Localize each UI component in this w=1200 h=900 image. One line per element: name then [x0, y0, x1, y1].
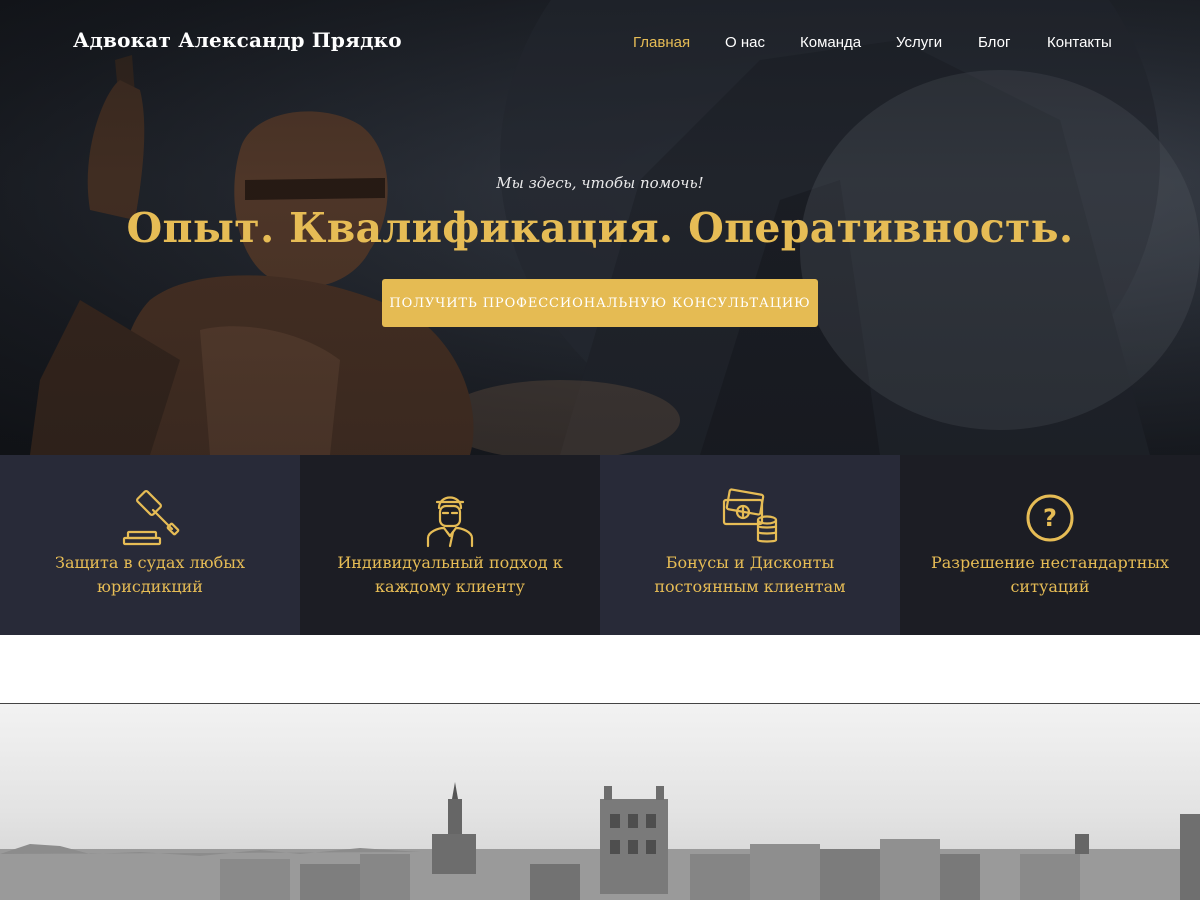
- feature-text-bonuses: Бонусы и Дисконты постоянным клиентам: [654, 553, 846, 596]
- nav-item-blog[interactable]: Блог: [978, 34, 1010, 51]
- main-nav: Главная О нас Команда Услуги Блог Контак…: [0, 34, 1200, 54]
- feature-card-bonuses: Бонусы и Дисконты постоянным клиентам: [600, 455, 900, 635]
- hero-section: Адвокат Александр Прядко Главная О нас К…: [0, 0, 1200, 455]
- question-circle-icon: ?: [1026, 494, 1074, 542]
- feature-text-courts: Защита в судах любых юрисдикций: [55, 553, 245, 596]
- feature-card-courts: Защита в судах любых юрисдикций: [0, 455, 300, 635]
- city-skyline-photo: [0, 704, 1200, 900]
- hero-headline: Опыт. Квалификация. Оперативность.: [126, 204, 1074, 252]
- nav-item-home[interactable]: Главная: [633, 34, 690, 51]
- svg-text:?: ?: [1043, 504, 1057, 532]
- feature-card-approach: Индивидуальный подход к каждому клиенту: [300, 455, 600, 635]
- lawyer-icon: [426, 496, 474, 548]
- nav-item-contacts[interactable]: Контакты: [1047, 34, 1112, 51]
- gavel-icon: [122, 490, 180, 546]
- money-coins-icon: [722, 488, 778, 543]
- nav-item-services[interactable]: Услуги: [896, 34, 942, 51]
- hero-tagline: Мы здесь, чтобы помочь!: [496, 174, 704, 192]
- feature-card-situations: ? Разрешение нестандартных ситуаций: [900, 455, 1200, 635]
- feature-text-approach: Индивидуальный подход к каждому клиенту: [337, 553, 563, 596]
- consultation-button[interactable]: ПОЛУЧИТЬ ПРОФЕССИОНАЛЬНУЮ КОНСУЛЬТАЦИЮ: [382, 279, 818, 327]
- nav-item-team[interactable]: Команда: [800, 34, 861, 51]
- feature-text-situations: Разрешение нестандартных ситуаций: [930, 553, 1170, 596]
- skyline-drawing: [0, 782, 1200, 900]
- features-strip: Защита в судах любых юрисдикций Индивиду…: [0, 455, 1200, 635]
- nav-item-about[interactable]: О нас: [725, 34, 765, 51]
